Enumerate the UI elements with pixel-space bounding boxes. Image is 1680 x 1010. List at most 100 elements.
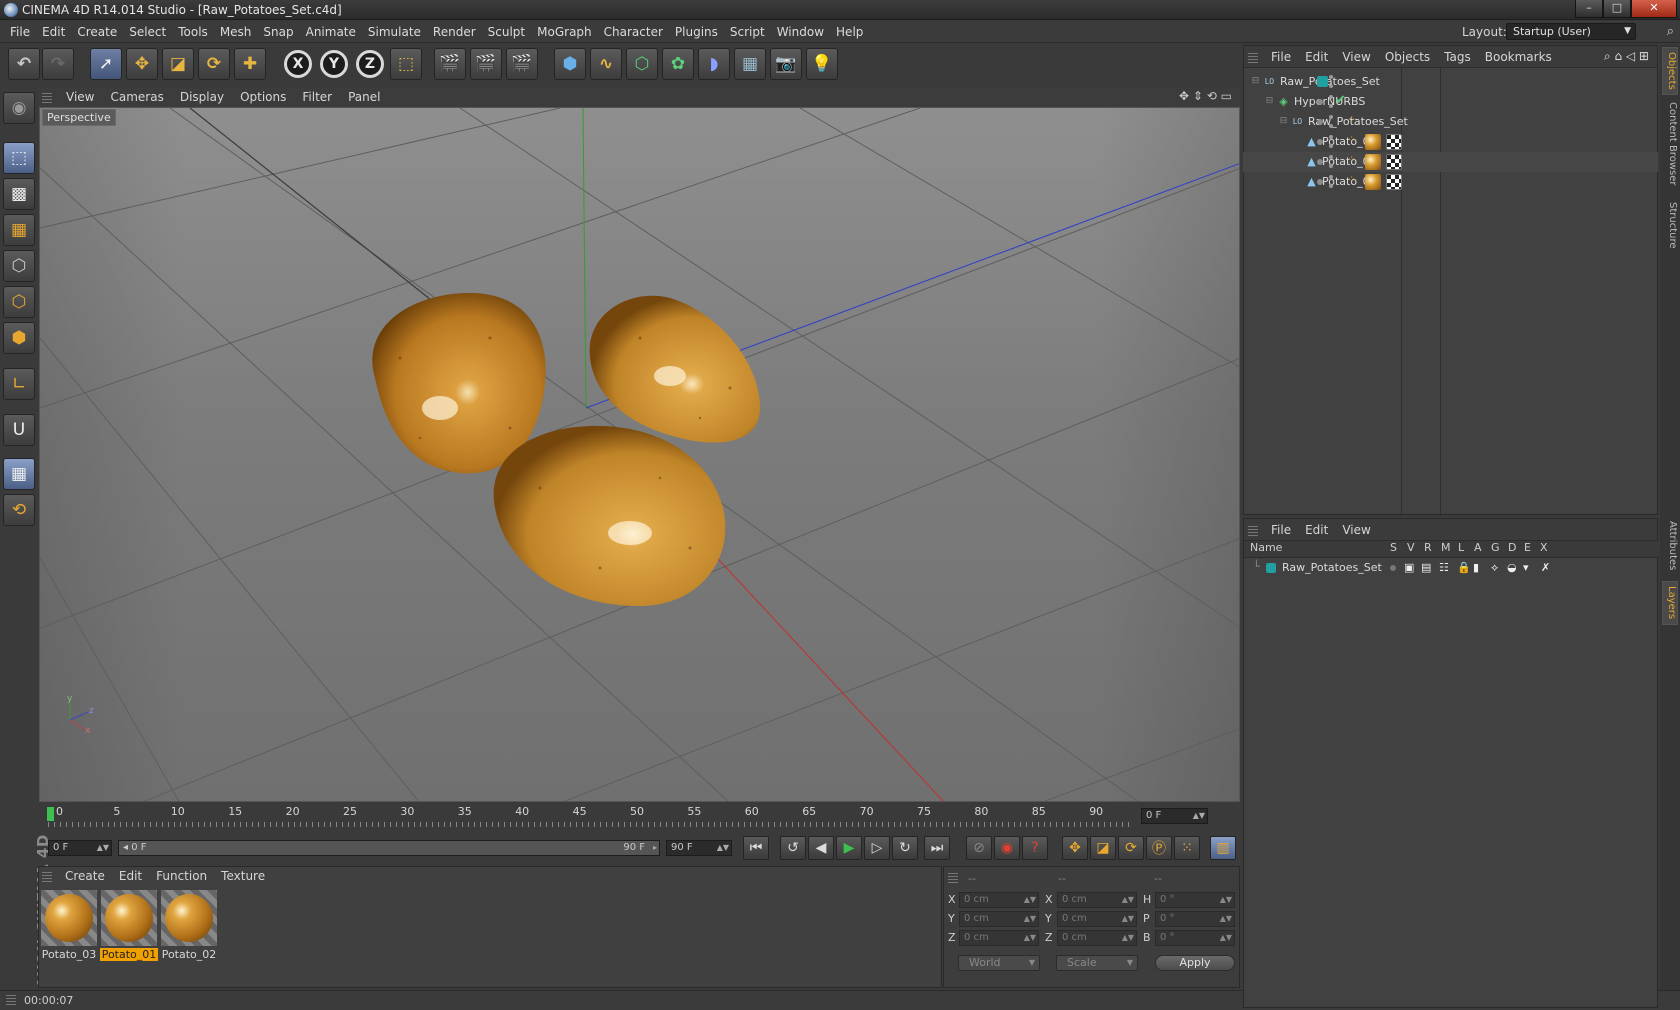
menu-create[interactable]: Create [71,21,123,43]
viewport-menu-options[interactable]: Options [232,87,294,107]
phong-tag-icon[interactable]: ⁘ [1347,133,1356,146]
rotate-tool-icon[interactable]: ⟳ [198,48,230,80]
floor-icon[interactable]: ▦ [734,48,766,80]
viewport-menu-filter[interactable]: Filter [294,87,340,107]
render-visibility-dot[interactable] [1329,104,1333,108]
material-tag-icon[interactable] [1365,134,1381,150]
redo-icon[interactable]: ↷ [42,48,74,80]
camera-icon[interactable]: 📷 [770,48,802,80]
menu-simulate[interactable]: Simulate [362,21,427,43]
object-manager-nav-icons[interactable]: ⌕ ⌂ ◁ ⊞ [1604,49,1649,64]
layer-column-e[interactable]: E [1524,541,1531,557]
visibility-dot[interactable] [1317,179,1323,185]
editor-visibility-dot[interactable] [1329,135,1333,139]
object-menu-file[interactable]: File [1264,46,1298,68]
object-menu-bookmarks[interactable]: Bookmarks [1478,46,1559,68]
menu-mograph[interactable]: MoGraph [531,21,598,43]
layer-manager-icon[interactable]: ☷ [1439,561,1449,574]
current-frame-field[interactable]: 0 F ▲▼ [1141,808,1208,824]
texture-mode-icon[interactable]: ▩ [3,178,35,210]
coord-pos-field[interactable]: 0 cm ▲▼ [959,892,1039,908]
uvw-tag-icon[interactable] [1386,154,1402,170]
end-frame-field[interactable]: 90 F ▲▼ [666,840,732,856]
uvw-tag-icon[interactable] [1386,134,1402,150]
tab-layers[interactable]: Layers [1662,581,1678,625]
layer-menu-view[interactable]: View [1335,519,1377,541]
material-tag-icon[interactable] [1365,174,1381,190]
recent-tool-icon[interactable]: ✚ [234,48,266,80]
tree-expander-icon[interactable] [1291,135,1304,148]
layer-render-icon[interactable]: ▤ [1421,561,1431,574]
timeline-ruler[interactable]: 0 5 10 15 20 25 30 35 40 45 50 55 60 65 70 75 80 85 90 0 F… [38,804,1240,829]
object-row[interactable]: ⊟ ◈ HyperNURBS ✔ [1243,92,1658,112]
editor-visibility-dot[interactable] [1329,155,1333,159]
layer-row[interactable]: └ Raw_Potatoes_Set ▣ ▤ ☷ 🔒 ▮ ⟡ ◒ ▾ ✗ [1243,558,1658,578]
layer-deformers-icon[interactable]: ◒ [1507,561,1517,574]
record-keys-icon[interactable]: ⊘ [966,836,992,860]
polygons-mode-icon[interactable]: ⬢ [3,322,35,354]
play-icon[interactable]: ▶ [836,836,862,860]
go-to-start-icon[interactable]: ⏮ [743,836,769,860]
material-swatch[interactable]: Potato_03 [40,890,98,962]
coord-size-field[interactable]: 0 cm ▲▼ [1057,930,1137,946]
layer-column-g[interactable]: G [1491,541,1500,557]
workplane-mode-icon[interactable]: ▦ [3,214,35,246]
record-rotation-icon[interactable]: ⟳ [1118,836,1144,860]
object-menu-edit[interactable]: Edit [1298,46,1335,68]
apply-button[interactable]: Apply [1155,955,1235,971]
menu-plugins[interactable]: Plugins [669,21,724,43]
minimize-button[interactable]: – [1575,0,1603,18]
coord-size-field[interactable]: 0 cm ▲▼ [1057,892,1137,908]
deformer-icon[interactable]: ◗ [698,48,730,80]
record-parameter-icon[interactable]: Ⓟ [1146,836,1172,860]
search-icon[interactable]: ⌕ [1667,24,1674,39]
menu-snap[interactable]: Snap [257,21,299,43]
tree-expander-icon[interactable]: ⊟ [1277,115,1290,128]
sculpt-icon[interactable]: ⟲ [3,494,35,526]
viewport-menu-display[interactable]: Display [172,87,232,107]
autokey-icon[interactable]: ◉ [994,836,1020,860]
tab-structure[interactable]: Structure [1662,195,1678,255]
phong-tag-icon[interactable]: ⁘ [1347,113,1356,126]
previous-key-icon[interactable]: ↺ [780,836,806,860]
tab-content-browser[interactable]: Content Browser [1662,99,1678,189]
menu-character[interactable]: Character [598,21,669,43]
viewport-menu-cameras[interactable]: Cameras [102,87,171,107]
enabled-check-icon[interactable]: ✔ [1335,93,1346,108]
z-axis-lock-button[interactable]: Z [354,48,386,80]
spline-icon[interactable]: ∿ [590,48,622,80]
layout-dropdown[interactable]: Startup (User) ▼ [1506,23,1636,40]
y-axis-lock-button[interactable]: Y [318,48,350,80]
layer-column-name[interactable]: Name [1250,541,1282,557]
live-selection-icon[interactable]: ➚ [90,48,122,80]
layer-lock-icon[interactable]: 🔒 [1457,561,1471,574]
material-swatch[interactable]: Potato_02 [160,890,218,962]
scale-tool-icon[interactable]: ◪ [162,48,194,80]
menu-script[interactable]: Script [724,21,771,43]
frame-range-slider[interactable]: ◂ 0 F 90 F ▸ [118,840,660,856]
visibility-dot[interactable] [1317,99,1323,105]
visibility-dot[interactable] [1317,139,1323,145]
viewport-nav-icons[interactable]: ✥ ⇕ ⟲ ▭ [1179,89,1232,103]
editor-visibility-dot[interactable] [1329,115,1333,119]
render-visibility-dot[interactable] [1329,164,1333,168]
close-button[interactable]: ✕ [1631,0,1677,18]
nurbs-icon[interactable]: ⬡ [626,48,658,80]
menu-select[interactable]: Select [123,21,172,43]
layer-color-swatch[interactable] [1317,76,1328,87]
object-row[interactable]: ▲ Potato_02 ⁘ [1243,172,1658,192]
material-swatch[interactable]: Potato_01 [100,890,158,962]
menu-edit[interactable]: Edit [36,21,71,43]
timeline-layout-icon[interactable]: ▥ [1210,836,1236,860]
layer-xref-icon[interactable]: ✗ [1541,561,1550,574]
menu-tools[interactable]: Tools [172,21,214,43]
snap-icon[interactable]: U [3,414,35,446]
render-visibility-dot[interactable] [1329,144,1333,148]
coord-pos-field[interactable]: 0 cm ▲▼ [959,930,1039,946]
editor-visibility-dot[interactable] [1329,75,1333,79]
start-frame-field[interactable]: 0 F ▲▼ [48,840,112,856]
tree-expander-icon[interactable]: ⊟ [1263,95,1276,108]
mograph-cloner-icon[interactable]: ✿ [662,48,694,80]
coord-rot-field[interactable]: 0 ° ▲▼ [1155,892,1235,908]
object-menu-tags[interactable]: Tags [1437,46,1478,68]
